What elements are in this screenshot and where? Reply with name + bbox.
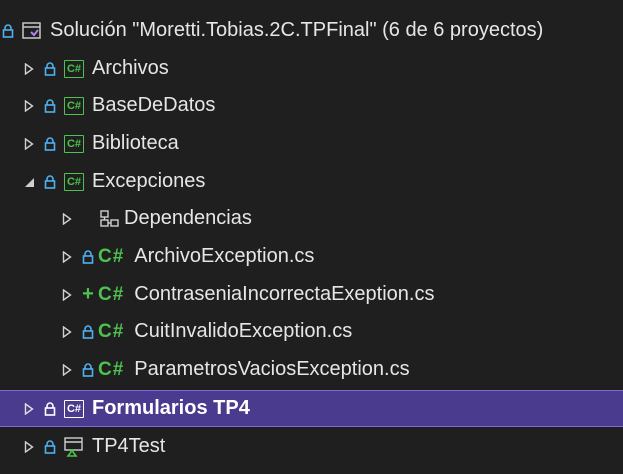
csharp-project-icon: C# [64, 59, 84, 78]
solution-explorer-tree: Solución "Moretti.Tobias.2C.TPFinal" (6 … [0, 0, 623, 474]
solution-label: Solución "Moretti.Tobias.2C.TPFinal" (6 … [50, 19, 544, 41]
project-label: Biblioteca [92, 132, 179, 154]
chevron-right-icon[interactable] [22, 402, 36, 416]
chevron-right-icon[interactable] [60, 288, 74, 302]
lock-icon [42, 136, 58, 151]
chevron-right-icon[interactable] [22, 440, 36, 454]
csharp-project-icon: C# [64, 399, 84, 418]
file-node-cuitinvalido[interactable]: C# CuitInvalidoException.cs [0, 313, 623, 350]
project-label: BaseDeDatos [92, 94, 216, 116]
lock-icon [42, 401, 58, 416]
lock-icon [42, 439, 58, 454]
solution-icon [22, 21, 42, 40]
lock-icon [80, 362, 96, 377]
lock-icon [42, 98, 58, 113]
plus-icon: + [82, 283, 94, 305]
csharp-project-icon: C# [64, 134, 84, 153]
csharp-project-icon: C# [64, 96, 84, 115]
lock-icon [0, 23, 16, 38]
dependencies-node[interactable]: Dependencias [0, 200, 623, 237]
project-node-tp4test[interactable]: TP4Test [0, 428, 623, 465]
file-label: CuitInvalidoException.cs [134, 320, 353, 342]
csharp-file-icon: C# [98, 283, 125, 305]
dependencies-icon [100, 209, 120, 228]
chevron-right-icon[interactable] [22, 99, 36, 113]
solution-node[interactable]: Solución "Moretti.Tobias.2C.TPFinal" (6 … [0, 12, 623, 49]
file-node-parametrosvacios[interactable]: C# ParametrosVaciosException.cs [0, 351, 623, 388]
project-node-formularios[interactable]: C# Formularios TP4 [0, 390, 623, 427]
chevron-down-icon[interactable] [22, 175, 36, 189]
chevron-right-icon[interactable] [60, 250, 74, 264]
project-node-archivos[interactable]: C# Archivos [0, 50, 623, 87]
file-node-archivoexception[interactable]: C# ArchivoException.cs [0, 238, 623, 275]
csharp-project-icon: C# [64, 172, 84, 191]
project-label: TP4Test [92, 435, 166, 457]
lock-icon [80, 249, 96, 264]
project-node-biblioteca[interactable]: C# Biblioteca [0, 125, 623, 162]
lock-icon [80, 324, 96, 339]
project-node-basededatos[interactable]: C# BaseDeDatos [0, 87, 623, 124]
csharp-file-icon: C# [98, 320, 125, 342]
file-label: ParametrosVaciosException.cs [134, 358, 410, 380]
chevron-right-icon[interactable] [22, 137, 36, 151]
chevron-right-icon[interactable] [60, 325, 74, 339]
project-label: Excepciones [92, 170, 206, 192]
test-project-icon [64, 436, 84, 457]
dependencies-label: Dependencias [124, 207, 252, 229]
lock-icon [42, 174, 58, 189]
file-label: ContraseniaIncorrectaExeption.cs [134, 283, 435, 305]
lock-icon [42, 61, 58, 76]
chevron-right-icon[interactable] [22, 62, 36, 76]
file-label: ArchivoException.cs [134, 245, 315, 267]
csharp-file-icon: C# [98, 245, 125, 267]
project-label: Archivos [92, 57, 169, 79]
chevron-right-icon[interactable] [60, 363, 74, 377]
csharp-file-icon: C# [98, 358, 125, 380]
file-node-contraseniaincorrecta[interactable]: + C# ContraseniaIncorrectaExeption.cs [0, 276, 623, 313]
chevron-right-icon[interactable] [60, 212, 74, 226]
project-node-excepciones[interactable]: C# Excepciones [0, 163, 623, 200]
project-label: Formularios TP4 [92, 397, 250, 419]
